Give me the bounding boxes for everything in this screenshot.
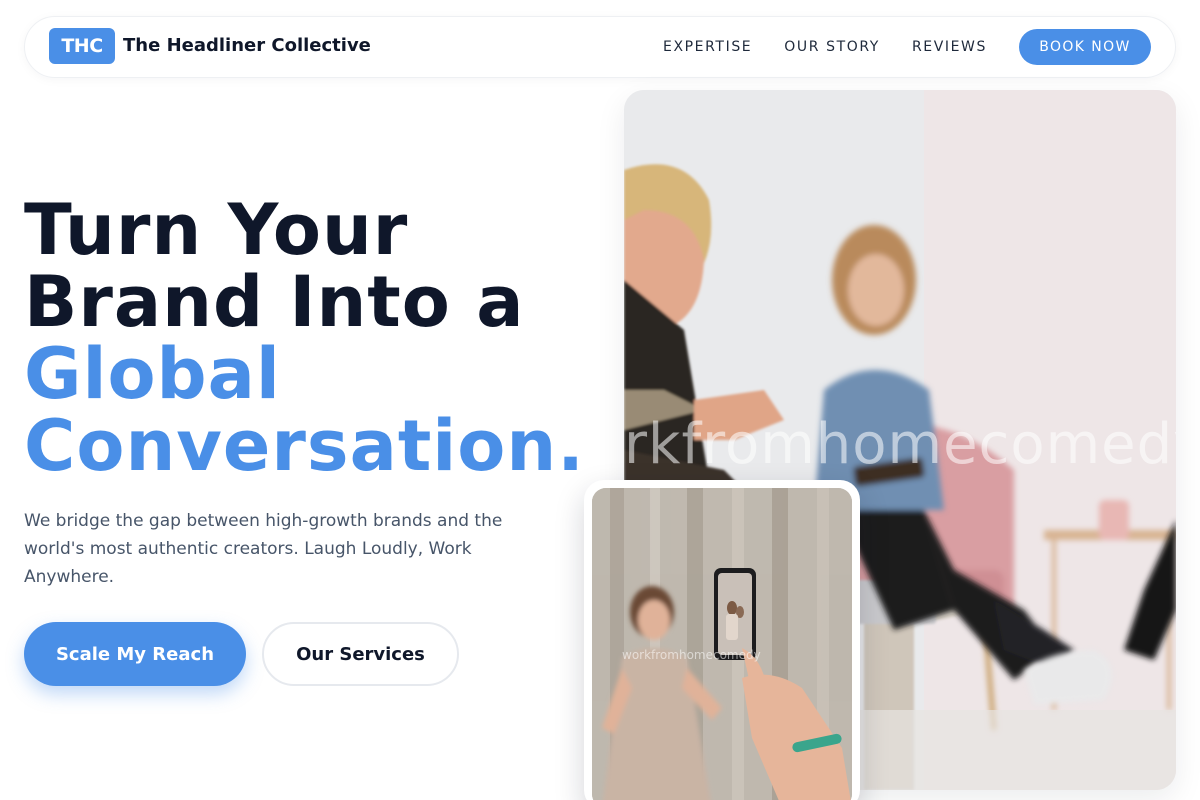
headline-line-4: Conversation. bbox=[24, 405, 585, 487]
main-photo-watermark: rkfromhomecomedy.c bbox=[624, 412, 1176, 477]
headline-line-3: Global bbox=[24, 333, 281, 415]
phone-recording-illustration bbox=[592, 488, 852, 800]
secondary-photo-watermark: workfromhomecomedy bbox=[622, 648, 761, 662]
hero-headline: Turn Your Brand Into a Global Conversati… bbox=[24, 194, 624, 482]
nav-links: EXPERTISE OUR STORY REVIEWS BOOK NOW bbox=[663, 29, 1151, 65]
nav-link-our-story[interactable]: OUR STORY bbox=[784, 39, 880, 55]
hero-subtext: We bridge the gap between high-growth br… bbox=[24, 511, 503, 587]
scale-my-reach-button[interactable]: Scale My Reach bbox=[24, 622, 246, 686]
headline-line-1: Turn Your bbox=[24, 189, 409, 271]
our-services-button[interactable]: Our Services bbox=[262, 622, 459, 686]
headline-line-2: Brand Into a bbox=[24, 261, 525, 343]
secondary-photo-inner: workfromhomecomedy bbox=[592, 488, 852, 800]
nav-link-expertise[interactable]: EXPERTISE bbox=[663, 39, 752, 55]
book-now-button[interactable]: BOOK NOW bbox=[1019, 29, 1151, 65]
logo-badge[interactable]: THC bbox=[49, 28, 115, 64]
nav-link-reviews[interactable]: REVIEWS bbox=[912, 39, 987, 55]
brand-name[interactable]: The Headliner Collective bbox=[123, 35, 371, 56]
top-navigation: THC The Headliner Collective EXPERTISE O… bbox=[24, 16, 1176, 78]
hero-secondary-photo: workfromhomecomedy bbox=[584, 480, 860, 800]
